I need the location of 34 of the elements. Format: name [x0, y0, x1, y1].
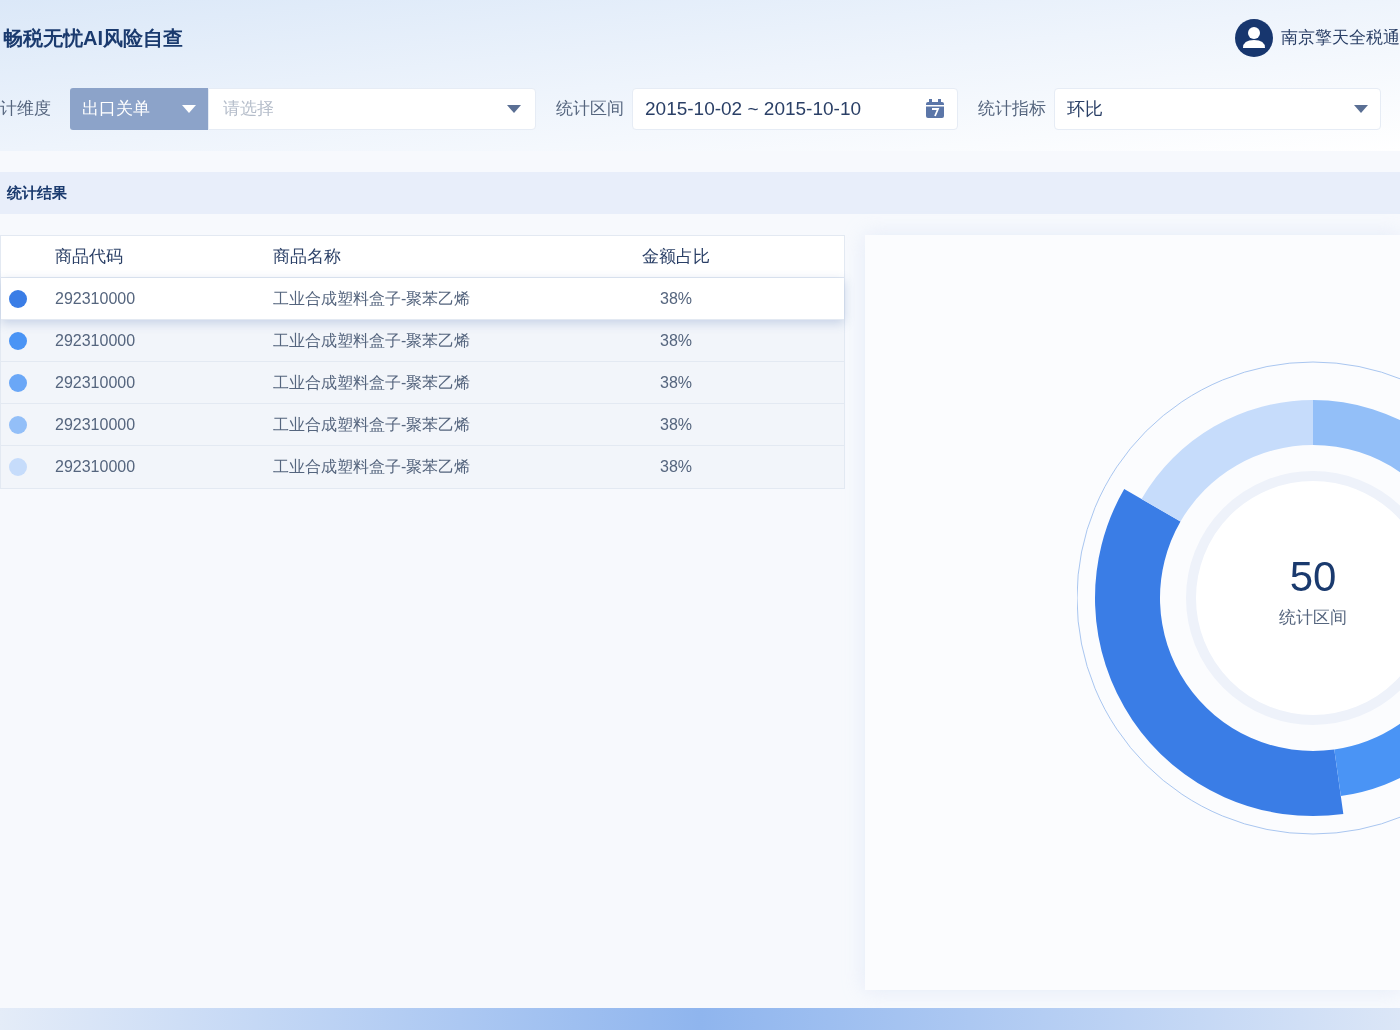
indicator-dropdown[interactable]: 环比 — [1054, 88, 1381, 130]
table-cell-text: 工业合成塑料盒子-聚苯乙烯 — [273, 372, 472, 393]
section-title: 统计结果 — [7, 182, 67, 203]
donut-value: 50 — [1289, 553, 1337, 601]
table-cell-text: 38% — [659, 288, 693, 309]
filter-label: 统计区间 — [556, 98, 624, 120]
table-cell-text: 工业合成塑料盒子-聚苯乙烯 — [273, 330, 472, 351]
column-header: 金额占比 — [641, 245, 711, 268]
caret-icon — [1354, 105, 1368, 113]
table-cell-text: 292310000 — [55, 457, 137, 477]
filter-label: 计维度 — [0, 98, 52, 120]
donut-label: 统计区间 — [1279, 607, 1347, 629]
app-title: 畅税无忧AI风险自查 — [3, 25, 183, 51]
filter-label: 统计指标 — [978, 98, 1046, 120]
column-header: 商品名称 — [273, 245, 342, 268]
table-cell-text: 292310000 — [55, 288, 137, 309]
user-avatar-icon — [1235, 18, 1273, 57]
table-cell-text: 工业合成塑料盒子-聚苯乙烯 — [273, 414, 472, 435]
calendar-icon — [925, 99, 945, 119]
caret-icon — [507, 105, 521, 113]
date-range-field[interactable]: 2015-10-02 ~ 2015-10-10 — [632, 88, 958, 130]
table-cell-text: 292310000 — [55, 414, 137, 435]
table-row[interactable]: 292310000 工业合成塑料盒子-聚苯乙烯 38% — [1, 278, 844, 320]
table-cell-text: 工业合成塑料盒子-聚苯乙烯 — [273, 288, 472, 309]
table-cell-text: 292310000 — [55, 330, 137, 351]
table-cell-text: 38% — [659, 372, 693, 393]
table-cell-text: 38% — [659, 414, 693, 435]
table-cell-text: 38% — [659, 457, 693, 477]
caret-icon — [182, 105, 196, 113]
table-cell-text: 工业合成塑料盒子-聚苯乙烯 — [273, 457, 472, 477]
table-cell-text: 38% — [659, 330, 693, 351]
column-header: 商品代码 — [55, 245, 124, 268]
user-name: 南京擎天全税通 — [1281, 26, 1400, 49]
table-cell-text: 292310000 — [55, 372, 137, 393]
